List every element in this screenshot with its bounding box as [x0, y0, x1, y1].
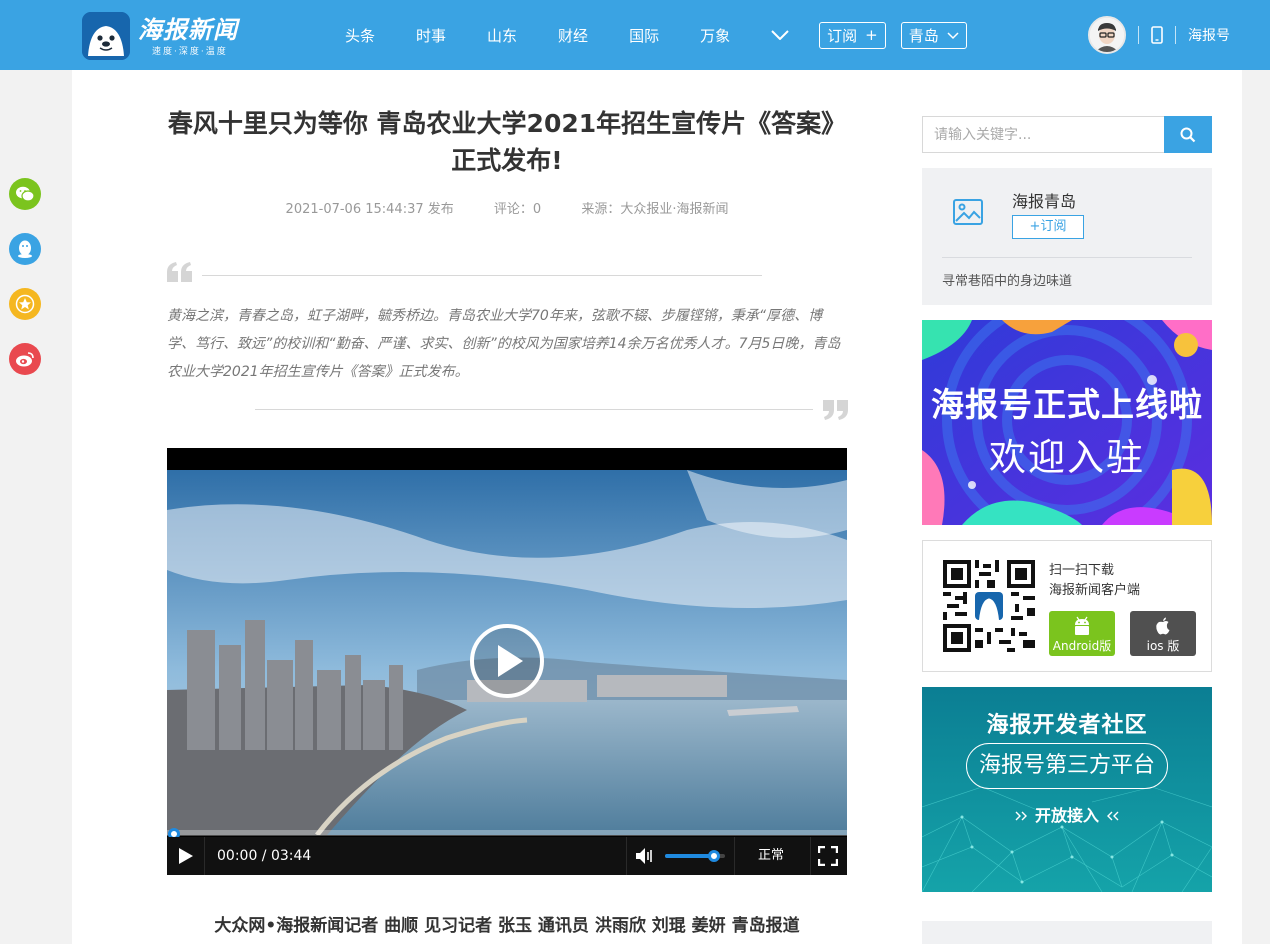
- haibao-account-launch-banner[interactable]: 海报号正式上线啦 欢迎入驻: [922, 320, 1212, 525]
- logo-slogan: 速度·深度·温度: [152, 46, 228, 57]
- subscribe-label: 订阅: [827, 26, 858, 45]
- divider: [734, 837, 735, 875]
- banner-headline: 海报号正式上线啦: [931, 385, 1203, 424]
- nav-item-international[interactable]: 国际: [629, 25, 659, 46]
- volume-icon[interactable]: [635, 837, 659, 875]
- apple-icon: [1156, 617, 1170, 635]
- search-button[interactable]: [1164, 116, 1212, 153]
- developer-banner-cta: 开放接入: [922, 802, 1212, 826]
- main-nav: 头条 时事 山东 财经 国际 万象 订阅 + 青岛: [345, 20, 982, 50]
- share-weibo-icon[interactable]: [9, 343, 41, 375]
- download-prompt-line2: 海报新闻客户端: [1049, 583, 1141, 598]
- developer-banner-title: 海报开发者社区: [986, 713, 1148, 738]
- article-summary: 黄海之滨，青春之岛，虹子湖畔，毓秀桥边。青岛农业大学70年来，弦歌不辍、步履铿锵…: [167, 308, 841, 380]
- user-avatar[interactable]: [1088, 16, 1126, 54]
- seal-logo-icon: [82, 12, 130, 60]
- divider: [626, 837, 627, 875]
- developer-community-banner[interactable]: 海报开发者社区 海报号第三方平台 开放接入: [922, 687, 1212, 892]
- video-player[interactable]: 00:00 / 03:44 正常: [167, 448, 847, 875]
- double-chevron-left-icon: [1105, 806, 1119, 825]
- divider: [255, 409, 813, 410]
- haibao-account-link[interactable]: 海报号: [1188, 25, 1230, 45]
- nav-more-chevron-down-icon[interactable]: [771, 20, 789, 50]
- publish-datetime: 2021-07-06 15:44:37 发布: [285, 202, 454, 217]
- divider: [1138, 26, 1139, 44]
- city-label: 青岛: [908, 26, 939, 45]
- chevron-down-icon: [947, 26, 959, 44]
- account-subscribe-button[interactable]: +订阅: [1012, 215, 1084, 239]
- share-wechat-icon[interactable]: [9, 178, 41, 210]
- sidebar-next-card: [922, 921, 1212, 944]
- search-input[interactable]: [923, 117, 1165, 152]
- divider: [202, 275, 762, 276]
- volume-handle[interactable]: [708, 850, 720, 862]
- search-box: [922, 116, 1212, 153]
- mobile-phone-icon[interactable]: [1151, 26, 1163, 44]
- open-quote-icon: [167, 262, 193, 286]
- double-chevron-right-icon: [1015, 806, 1035, 825]
- quality-selector[interactable]: 正常: [758, 837, 784, 875]
- play-icon[interactable]: [167, 837, 205, 875]
- nav-item-current-affairs[interactable]: 时事: [416, 25, 446, 46]
- download-prompt-line1: 扫一扫下载: [1049, 563, 1115, 578]
- nav-item-headlines[interactable]: 头条: [345, 25, 375, 46]
- android-label: Android版: [1052, 639, 1112, 653]
- site-logo[interactable]: 海报新闻 速度·深度·温度: [82, 11, 252, 61]
- divider: [1175, 26, 1176, 44]
- volume-level: [665, 854, 713, 858]
- ios-label: ios 版: [1146, 639, 1180, 653]
- nav-item-shandong[interactable]: 山东: [487, 25, 517, 46]
- top-navigation-bar: 海报新闻 速度·深度·温度 头条 时事 山东 财经 国际 万象 订阅 + 青岛: [0, 0, 1270, 70]
- fullscreen-icon[interactable]: [817, 845, 839, 867]
- divider: [810, 837, 811, 875]
- comment-count[interactable]: 评论：0: [494, 202, 541, 217]
- city-selector[interactable]: 青岛: [900, 21, 967, 49]
- video-progress-bar[interactable]: [167, 830, 847, 836]
- share-qq-icon[interactable]: [9, 233, 41, 265]
- play-video-button[interactable]: [469, 623, 545, 699]
- article-source: 来源：大众报业·海报新闻: [581, 202, 729, 217]
- banner-subheadline: 欢迎入驻: [989, 436, 1145, 479]
- header-user-area: 海报号: [1088, 16, 1230, 54]
- developer-banner-cta-label: 开放接入: [1034, 806, 1099, 825]
- android-icon: [1075, 616, 1089, 635]
- plus-icon: +: [865, 26, 878, 44]
- account-description: 寻常巷陌中的身边味道: [942, 274, 1073, 289]
- qr-code: [943, 560, 1035, 652]
- divider: [942, 257, 1192, 258]
- nav-item-panorama[interactable]: 万象: [700, 25, 730, 46]
- close-quote-icon: [823, 400, 849, 424]
- article-meta: 2021-07-06 15:44:37 发布 评论：0 来源：大众报业·海报新闻: [167, 198, 847, 217]
- ios-download-button[interactable]: ios 版: [1130, 611, 1196, 656]
- account-name[interactable]: 海报青岛: [1012, 188, 1076, 212]
- article-byline: 大众网•海报新闻记者 曲顺 见习记者 张玉 通讯员 洪雨欣 刘琨 姜妍 青岛报道: [214, 916, 800, 936]
- developer-banner-subtitle: 海报号第三方平台: [978, 753, 1155, 778]
- subscribe-button[interactable]: 订阅 +: [819, 21, 886, 49]
- app-download-box: 扫一扫下载 海报新闻客户端 Android版 ios 版: [922, 540, 1212, 672]
- logo-title: 海报新闻: [138, 15, 238, 44]
- video-time: 00:00 / 03:44: [217, 848, 312, 864]
- article-title: 春风十里只为等你 青岛农业大学2021年招生宣传片《答案》正式发布!: [167, 109, 847, 175]
- nav-item-finance[interactable]: 财经: [558, 25, 588, 46]
- video-controls: 00:00 / 03:44 正常: [167, 837, 847, 875]
- share-qzone-star-icon[interactable]: [9, 288, 41, 320]
- account-card: 海报青岛 +订阅 寻常巷陌中的身边味道: [922, 168, 1212, 305]
- search-icon: [1180, 127, 1196, 142]
- image-placeholder-icon: [952, 196, 984, 228]
- android-download-button[interactable]: Android版: [1049, 611, 1115, 656]
